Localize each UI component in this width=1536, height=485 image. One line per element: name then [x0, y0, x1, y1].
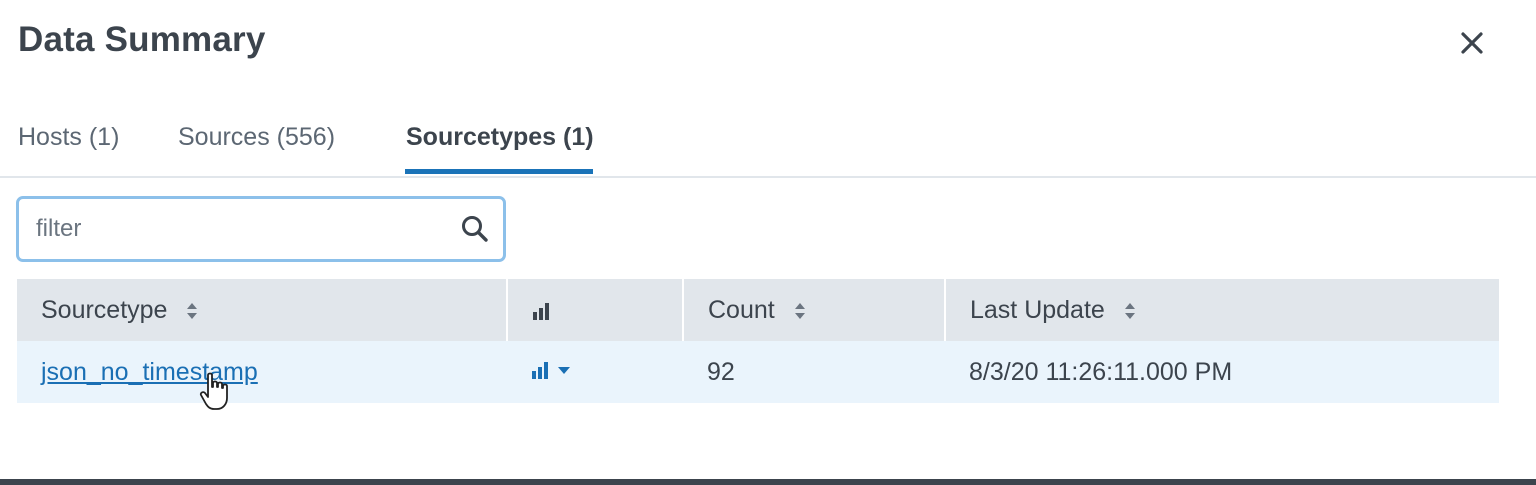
sort-icon: [794, 302, 805, 319]
sourcetype-link[interactable]: json_no_timestamp: [41, 358, 258, 386]
sort-icon: [187, 302, 198, 319]
bar-chart-icon: [532, 361, 548, 379]
chart-cell: [507, 341, 683, 403]
column-header-label: Sourcetype: [41, 295, 168, 324]
filter-input[interactable]: [22, 202, 442, 256]
column-header-chart: [507, 279, 684, 341]
close-button[interactable]: [1452, 23, 1492, 63]
column-header-label: Count: [708, 295, 775, 324]
column-header-count[interactable]: Count: [683, 279, 946, 341]
caret-down-icon: [558, 366, 570, 374]
bar-chart-icon: [533, 302, 549, 320]
tab-hosts[interactable]: Hosts (1): [18, 108, 119, 175]
search-icon[interactable]: [459, 213, 491, 245]
count-cell: 92: [683, 341, 945, 403]
table-row: json_no_timestamp 92 8/3/20 11:26:11.000…: [17, 341, 1499, 403]
sourcetype-cell: json_no_timestamp: [17, 341, 507, 403]
last-update-cell: 8/3/20 11:26:11.000 PM: [945, 341, 1499, 403]
column-header-label: Last Update: [970, 295, 1105, 324]
tab-sourcetypes[interactable]: Sourcetypes (1): [406, 108, 594, 175]
column-header-sourcetype[interactable]: Sourcetype: [17, 279, 508, 341]
data-summary-dialog: Data Summary Hosts (1) Sources (556) Sou…: [0, 0, 1536, 485]
tab-bar: Hosts (1) Sources (556) Sourcetypes (1): [0, 108, 1536, 178]
table-header-row: Sourcetype Count Last Update: [17, 279, 1499, 341]
chart-dropdown-button[interactable]: [531, 360, 572, 380]
active-tab-indicator: [405, 169, 593, 174]
sourcetypes-table: Sourcetype Count Last Update json_no_tim…: [17, 279, 1499, 403]
sort-icon: [1124, 302, 1135, 319]
column-header-last-update[interactable]: Last Update: [945, 279, 1499, 341]
close-icon: [1461, 32, 1483, 54]
dialog-bottom-border: [0, 479, 1536, 485]
tab-divider: [0, 176, 1536, 178]
dialog-title: Data Summary: [18, 20, 266, 59]
filter-field: [16, 196, 506, 262]
tab-sources[interactable]: Sources (556): [178, 108, 335, 175]
